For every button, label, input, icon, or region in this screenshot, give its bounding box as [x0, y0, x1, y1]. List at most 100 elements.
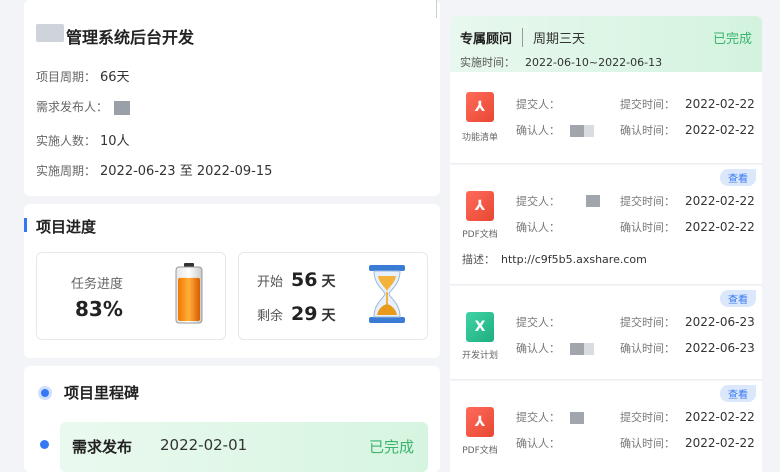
project-cycle-label: 项目周期： [36, 70, 97, 84]
confirmer-row: 确认人： [516, 435, 560, 451]
submit-time-label: 提交时间： [620, 98, 675, 111]
milestone-icon [38, 386, 52, 400]
right-panel: 专属顾问 周期三天 已完成 实施时间： 2022-06-10~2022-06-13… [450, 16, 762, 472]
consultant-title: 专属顾问 [460, 32, 513, 47]
submit-time-row: 提交时间： 2022-06-23 [620, 314, 755, 330]
remain-label: 剩余 [257, 309, 284, 324]
submit-time-row: 提交时间： 2022-02-22 [620, 193, 755, 209]
project-info-card: 管理系统后台开发 项目周期： 66天 需求发布人： 实施人数： 10人 实施周期： 2… [24, 0, 440, 196]
confirm-time-label: 确认时间： [620, 437, 675, 450]
submit-time-value: 2022-02-22 [685, 194, 755, 208]
submitter-row: 提交人： [516, 193, 560, 209]
period-row: 实施周期： 2022-06-23 至 2022-09-15 [36, 160, 272, 179]
confirm-time-row: 确认时间： 2022-02-22 [620, 219, 755, 235]
submit-time-label: 提交时间： [620, 411, 675, 424]
people-value: 10人 [100, 134, 130, 149]
confirm-time-row: 确认时间： 2022-06-23 [620, 340, 755, 356]
milestone-section-title: 项目里程碑 [64, 384, 140, 402]
divider [436, 0, 437, 18]
start-unit: 天 [321, 274, 336, 290]
battery-icon [175, 263, 203, 324]
period-value: 2022-06-23 至 2022-09-15 [100, 164, 273, 179]
submitter-label: 提交人： [516, 411, 560, 424]
view-tag[interactable]: 查看 [720, 290, 756, 307]
progress-section-title: 项目进度 [36, 218, 97, 236]
remain-row: 剩余 29 天 [257, 303, 335, 325]
confirmer-label: 确认人： [516, 437, 560, 450]
milestone-status: 已完成 [368, 438, 414, 456]
view-tag[interactable]: 查看 [720, 169, 756, 186]
submitter-label: 提交人： [516, 316, 560, 329]
submitter-row: 提交人： [516, 409, 584, 425]
confirm-time-value: 2022-02-22 [685, 123, 755, 137]
consultant-time-value: 2022-06-10~2022-06-13 [525, 56, 663, 69]
redacted-block [570, 125, 584, 137]
confirm-time-row: 确认时间： 2022-02-22 [620, 122, 755, 138]
start-row: 开始 56 天 [257, 269, 335, 291]
view-tag[interactable]: 查看 [720, 385, 756, 402]
period-label: 实施周期： [36, 164, 97, 178]
submit-time-value: 2022-02-22 [685, 410, 755, 424]
publisher-label: 需求发布人： [36, 100, 109, 114]
submit-time-value: 2022-02-22 [685, 97, 755, 111]
milestone-date: 2022-02-01 [160, 436, 248, 454]
confirm-time-value: 2022-06-23 [685, 341, 755, 355]
confirm-time-label: 确认时间： [620, 221, 675, 234]
submit-time-row: 提交时间： 2022-02-22 [620, 409, 755, 425]
people-row: 实施人数： 10人 [36, 130, 130, 149]
confirm-time-row: 确认时间： 2022-02-22 [620, 435, 755, 451]
consultant-time-label: 实施时间： [460, 56, 515, 69]
description-label: 描述： [462, 253, 495, 266]
redacted-block [570, 412, 584, 424]
milestone-item[interactable]: 需求发布 2022-02-01 已完成 [60, 422, 428, 472]
confirm-time-value: 2022-02-22 [685, 220, 755, 234]
doc-item[interactable]: 查看 X 开发计划 提交人： 确认人： 提交时间： 2022-06-23 确认时间… [450, 286, 762, 380]
consultant-header: 专属顾问 周期三天 已完成 实施时间： 2022-06-10~2022-06-13 [450, 16, 762, 72]
submitter-row: 提交人： [516, 96, 560, 112]
confirmer-label: 确认人： [516, 221, 560, 234]
pdf-icon: ⅄ [466, 407, 494, 437]
confirmer-row: 确认人： [516, 122, 594, 138]
excel-icon: X [466, 312, 494, 342]
remain-value: 29 [291, 303, 318, 325]
doc-item[interactable]: 查看 ⅄ PDF文档 提交人： 确认人： 提交时间： 2022-02-22 确认时… [450, 165, 762, 285]
doc-item[interactable]: ⅄ 功能清单 提交人： 确认人： 提交时间： 2022-02-22 确认时间： 20… [450, 72, 762, 164]
confirmer-label: 确认人： [516, 124, 560, 137]
task-progress-label: 任务进度 [71, 277, 124, 292]
redacted-block [570, 343, 584, 355]
consultant-status: 已完成 [712, 32, 752, 47]
confirmer-row: 确认人： [516, 219, 560, 235]
doc-file-name: 功能清单 [461, 133, 498, 143]
confirmer-label: 确认人： [516, 342, 560, 355]
consultant-time-row: 实施时间： 2022-06-10~2022-06-13 [460, 54, 662, 70]
pdf-icon: ⅄ [466, 92, 494, 122]
doc-file-name: PDF文档 [462, 230, 498, 240]
description-row: 描述： http://c9f5b5.axshare.com [462, 251, 647, 267]
redacted-block [36, 24, 64, 42]
confirm-time-label: 确认时间： [620, 342, 675, 355]
redacted-block [584, 125, 594, 137]
description-link[interactable]: http://c9f5b5.axshare.com [501, 253, 647, 266]
project-cycle-row: 项目周期： 66天 [36, 66, 130, 85]
task-progress-box: 任务进度 83% [36, 252, 226, 340]
project-title: 管理系统后台开发 [66, 28, 195, 47]
submit-time-label: 提交时间： [620, 195, 675, 208]
pdf-icon: ⅄ [466, 191, 494, 221]
consultant-period: 周期三天 [522, 28, 585, 47]
start-value: 56 [291, 269, 318, 291]
redacted-avatar [114, 100, 131, 115]
progress-card: 项目进度 任务进度 83% 开始 56 天 剩余 29 天 [24, 204, 440, 358]
submit-time-label: 提交时间： [620, 316, 675, 329]
left-panel: 管理系统后台开发 项目周期： 66天 需求发布人： 实施人数： 10人 实施周期： 2… [24, 0, 440, 472]
milestone-name: 需求发布 [72, 438, 133, 456]
submit-time-value: 2022-06-23 [685, 315, 755, 329]
confirm-time-label: 确认时间： [620, 124, 675, 137]
timeline-dot [40, 440, 49, 449]
start-label: 开始 [257, 275, 284, 290]
redacted-block [584, 343, 594, 355]
remain-unit: 天 [321, 308, 336, 324]
submitter-row: 提交人： [516, 314, 560, 330]
redacted-block [586, 195, 600, 207]
doc-item[interactable]: 查看 ⅄ PDF文档 提交人： 确认人： 提交时间： 2022-02-22 确认时… [450, 381, 762, 472]
time-box: 开始 56 天 剩余 29 天 [238, 252, 428, 340]
